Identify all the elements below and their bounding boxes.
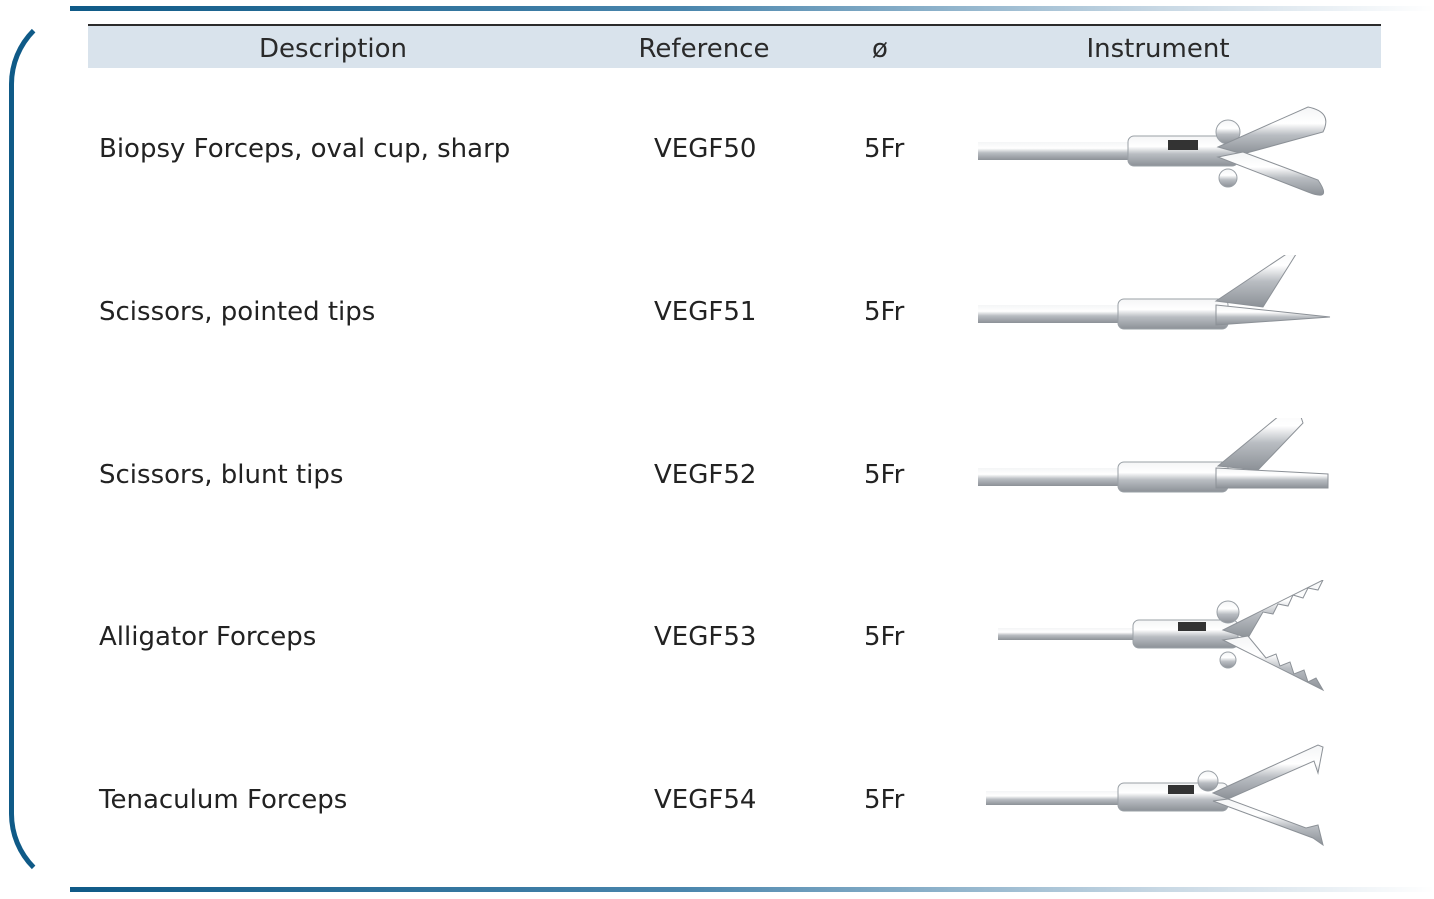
biopsy-forceps-icon xyxy=(978,106,1327,196)
pointed-scissors-icon xyxy=(978,255,1331,330)
frame-top-line xyxy=(70,6,1434,11)
table-row: Scissors, pointed tips VEGF51 5Fr xyxy=(88,255,1381,375)
frame-bottom-line xyxy=(70,887,1434,892)
table-header: Description Reference ø Instrument xyxy=(88,24,1381,68)
table-row: Tenaculum Forceps VEGF54 5Fr xyxy=(88,743,1381,863)
table-row: Scissors, blunt tips VEGF52 5Fr xyxy=(88,418,1381,538)
row-description: Alligator Forceps xyxy=(99,622,317,652)
row-description: Biopsy Forceps, oval cup, sharp xyxy=(99,134,511,164)
row-reference: VEGF54 xyxy=(654,785,757,815)
row-diameter: 5Fr xyxy=(864,134,905,164)
row-diameter: 5Fr xyxy=(864,785,905,815)
header-description: Description xyxy=(258,34,408,64)
row-description: Scissors, pointed tips xyxy=(99,297,376,327)
row-reference: VEGF51 xyxy=(654,297,757,327)
table-row: Biopsy Forceps, oval cup, sharp VEGF50 5… xyxy=(88,92,1381,212)
header-instrument: Instrument xyxy=(1086,34,1230,64)
alligator-forceps-icon xyxy=(998,580,1325,692)
row-diameter: 5Fr xyxy=(864,297,905,327)
row-diameter: 5Fr xyxy=(864,460,905,490)
tenaculum-forceps-icon xyxy=(986,744,1324,847)
table-row: Alligator Forceps VEGF53 5Fr xyxy=(88,580,1381,700)
row-reference: VEGF50 xyxy=(654,134,757,164)
row-diameter: 5Fr xyxy=(864,622,905,652)
blunt-scissors-icon xyxy=(978,418,1329,493)
row-reference: VEGF53 xyxy=(654,622,757,652)
row-reference: VEGF52 xyxy=(654,460,757,490)
row-description: Tenaculum Forceps xyxy=(99,785,348,815)
row-description: Scissors, blunt tips xyxy=(99,460,344,490)
header-reference: Reference xyxy=(638,34,770,64)
header-diameter: ø xyxy=(872,34,888,64)
